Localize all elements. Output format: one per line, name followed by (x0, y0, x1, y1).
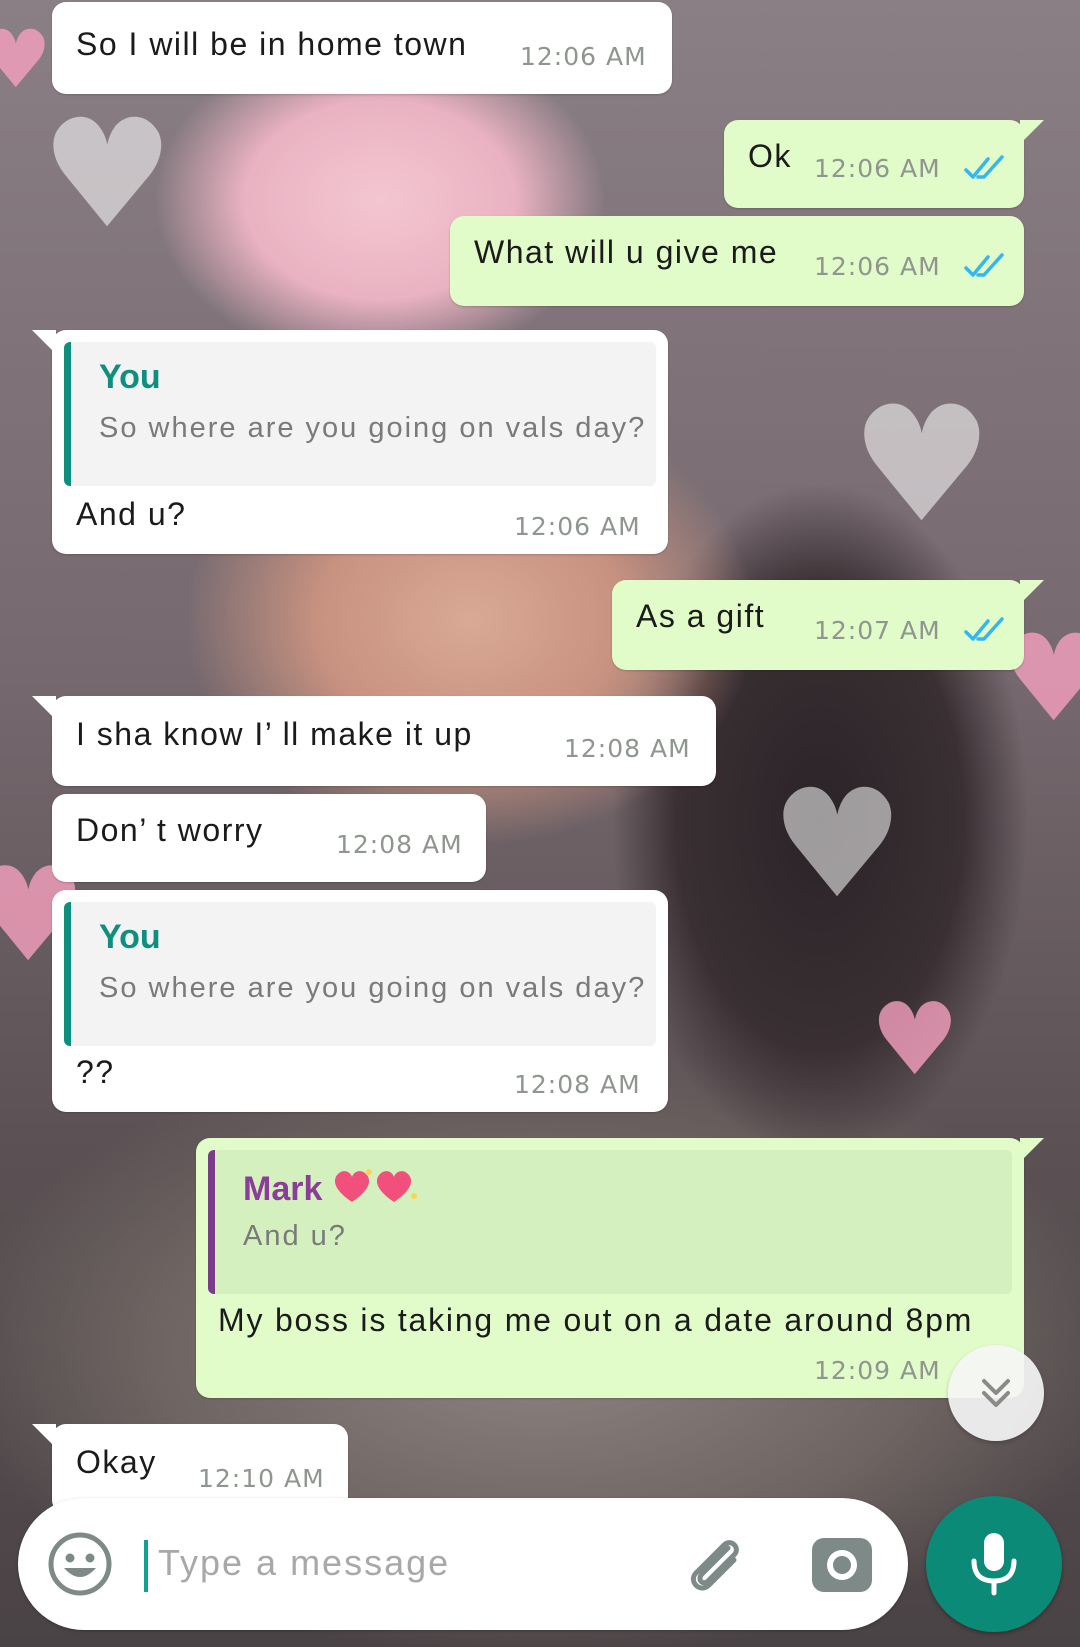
double-check-icon (964, 617, 1004, 641)
quoted-author: You (99, 358, 161, 396)
message-bubble-outgoing[interactable]: What will u give me 12:06 AM (450, 216, 1024, 306)
quoted-message[interactable]: Mark And u? (208, 1150, 1012, 1294)
message-time: 12:07 AM (814, 616, 941, 645)
quoted-author: Mark (243, 1166, 422, 1209)
message-bubble-incoming[interactable]: So I will be in home town 12:06 AM (52, 2, 672, 94)
message-text: And u? (76, 496, 187, 532)
double-chevron-down-icon (982, 1379, 1010, 1407)
heart-icon: ♥ (850, 371, 994, 558)
voice-message-button[interactable] (926, 1496, 1062, 1632)
message-text: Don’ t worry (76, 812, 264, 848)
heart-icon: ♥ (40, 88, 175, 262)
microphone-icon (971, 1533, 1017, 1596)
message-text: My boss is taking me out on a date aroun… (218, 1302, 974, 1338)
message-text: As a gift (636, 598, 766, 634)
message-time: 12:06 AM (814, 154, 941, 183)
paperclip-icon[interactable] (678, 1528, 754, 1604)
sparkling-heart-emoji (335, 1169, 418, 1202)
message-bubble-incoming[interactable]: You So where are you going on vals day? … (32, 330, 668, 554)
message-text: Okay (76, 1444, 157, 1480)
double-check-icon (964, 155, 1004, 179)
quoted-text: And u? (243, 1220, 347, 1252)
text-cursor (144, 1540, 148, 1592)
message-time: 12:08 AM (564, 734, 691, 763)
scroll-to-bottom-button[interactable] (948, 1345, 1044, 1441)
message-bubble-incoming[interactable]: I sha know I’ ll make it up 12:08 AM (32, 696, 716, 786)
double-check-icon (964, 253, 1004, 277)
message-text: What will u give me (474, 234, 779, 270)
quoted-text: So where are you going on vals day? (99, 972, 647, 1004)
message-time: 12:09 AM (814, 1356, 941, 1385)
message-bubble-incoming[interactable]: Don’ t worry 12:08 AM (52, 794, 486, 882)
bubble-tail (1020, 1138, 1044, 1162)
bubble-tail (1020, 120, 1044, 144)
quoted-author: You (99, 918, 161, 956)
message-time: 12:06 AM (814, 252, 941, 281)
message-text: So I will be in home town (76, 26, 468, 62)
message-bubble-outgoing[interactable]: As a gift 12:07 AM (612, 580, 1044, 670)
message-time: 12:10 AM (198, 1464, 325, 1493)
message-time: 12:06 AM (520, 42, 647, 71)
message-text: Ok (748, 138, 792, 174)
heart-icon: ♥ (770, 758, 905, 932)
bubble-tail (32, 696, 56, 720)
message-bubble-outgoing[interactable]: Mark And u? My boss is taking me out on … (196, 1138, 1044, 1398)
heart-icon: ♥ (0, 13, 52, 106)
message-time: 12:06 AM (514, 512, 641, 541)
message-text: I sha know I’ ll make it up (76, 716, 473, 752)
message-input[interactable]: Type a message (158, 1542, 450, 1584)
quoted-text: So where are you going on vals day? (99, 412, 647, 444)
camera-icon[interactable] (808, 1530, 876, 1598)
bubble-tail (32, 330, 56, 354)
quoted-message[interactable]: You So where are you going on vals day? (64, 342, 656, 486)
message-bubble-outgoing[interactable]: Ok 12:06 AM (724, 120, 1044, 208)
message-time: 12:08 AM (336, 830, 463, 859)
bubble-tail (32, 1424, 56, 1448)
message-time: 12:08 AM (514, 1070, 641, 1099)
message-bubble-incoming[interactable]: You So where are you going on vals day? … (52, 890, 668, 1112)
quoted-message[interactable]: You So where are you going on vals day? (64, 902, 656, 1046)
message-composer: Type a message (18, 1498, 908, 1630)
emoji-icon[interactable] (46, 1530, 114, 1598)
bubble-tail (1020, 580, 1044, 604)
message-text: ?? (76, 1054, 115, 1090)
heart-icon: ♥ (870, 981, 960, 1098)
